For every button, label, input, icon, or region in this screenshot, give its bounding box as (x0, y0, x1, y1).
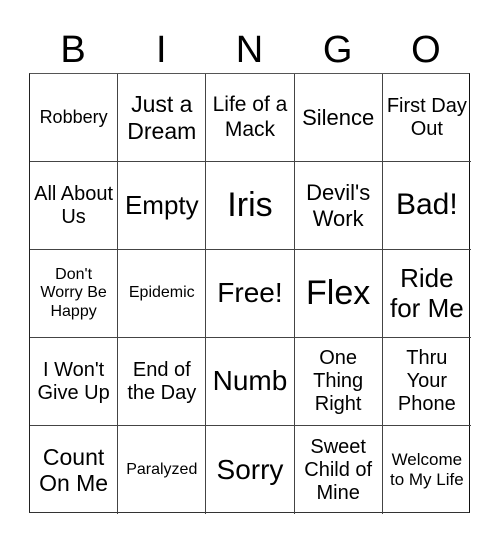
bingo-cell[interactable]: Robbery (30, 74, 119, 162)
bingo-cell[interactable]: Iris (206, 162, 295, 250)
bingo-cell[interactable]: End of the Day (118, 338, 207, 426)
header-letter-n: N (235, 29, 264, 71)
bingo-cell[interactable]: Numb (206, 338, 295, 426)
bingo-cell[interactable]: Empty (118, 162, 207, 250)
bingo-cell[interactable]: Count On Me (30, 426, 119, 514)
bingo-cell[interactable]: Don't Worry Be Happy (30, 250, 119, 338)
bingo-cell[interactable]: Life of a Mack (206, 74, 295, 162)
bingo-cell[interactable]: Ride for Me (382, 250, 471, 338)
bingo-cell[interactable]: Silence (294, 74, 383, 162)
bingo-cell[interactable]: Bad! (382, 162, 471, 250)
bingo-cell[interactable]: One Thing Right (294, 338, 383, 426)
header-letter-b: B (60, 29, 86, 71)
bingo-cell[interactable]: All About Us (30, 162, 119, 250)
bingo-cell[interactable]: I Won't Give Up (30, 338, 119, 426)
header-letter-g: G (322, 29, 353, 71)
bingo-header: B I N G O (29, 27, 470, 73)
bingo-cell[interactable]: Epidemic (118, 250, 207, 338)
bingo-cell[interactable]: Sorry (206, 426, 295, 514)
header-letter-o: O (411, 29, 441, 71)
bingo-cell[interactable]: Just a Dream (118, 74, 207, 162)
bingo-cell[interactable]: First Day Out (382, 74, 471, 162)
bingo-cell[interactable]: Sweet Child of Mine (295, 426, 383, 514)
bingo-grid: Robbery Just a Dream Life of a Mack Sile… (29, 73, 471, 514)
bingo-cell[interactable]: Devil's Work (294, 162, 383, 250)
bingo-cell[interactable]: Flex (294, 250, 383, 338)
bingo-cell[interactable]: Thru Your Phone (382, 338, 471, 426)
header-letter-i: I (156, 29, 167, 71)
bingo-cell[interactable]: Welcome to My Life (383, 426, 471, 514)
free-space-cell[interactable]: Free! (206, 250, 295, 338)
bingo-cell[interactable]: Paralyzed (118, 426, 207, 514)
